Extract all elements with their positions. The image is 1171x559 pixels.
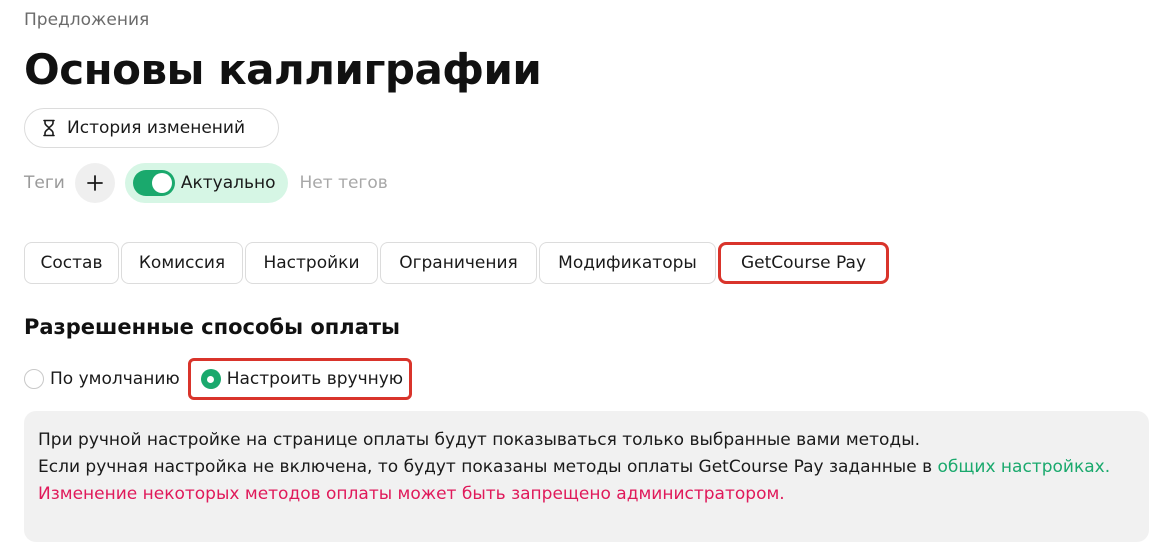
info-line-2: Если ручная настройка не включена, то бу…	[38, 454, 1135, 481]
radio-manual-label: Настроить вручную	[226, 369, 404, 389]
info-line-2-text: Если ручная настройка не включена, то бу…	[38, 457, 938, 477]
warning-text: Изменение некоторых методов оплаты может…	[38, 484, 785, 504]
tab-getcourse-pay[interactable]: GetCourse Pay	[718, 242, 889, 284]
tab-settings[interactable]: Настройки	[245, 242, 378, 284]
breadcrumb[interactable]: Предложения	[24, 10, 149, 30]
tags-row: Теги Актуально Нет тегов	[24, 163, 388, 203]
tab-composition[interactable]: Состав	[24, 242, 119, 284]
radio-manual[interactable]: Настроить вручную	[187, 358, 413, 400]
tabs-bar: Состав Комиссия Настройки Ограничения Мо…	[24, 242, 891, 284]
add-tag-button[interactable]	[74, 163, 115, 203]
general-settings-link[interactable]: общих настройках.	[938, 457, 1111, 477]
payment-mode-radio-group: По умолчанию Настроить вручную	[24, 358, 413, 400]
info-line-1: При ручной настройке на странице оплаты …	[38, 430, 921, 450]
actual-status-label: Актуально	[180, 173, 276, 193]
radio-dot	[207, 375, 215, 383]
history-button-label: История изменений	[67, 118, 245, 138]
plus-icon	[86, 175, 103, 191]
tab-commission[interactable]: Комиссия	[121, 242, 243, 284]
actual-status-toggle[interactable]: Актуально	[124, 163, 288, 203]
info-box: При ручной настройке на странице оплаты …	[24, 411, 1149, 542]
radio-circle-manual[interactable]	[200, 369, 221, 389]
tags-label: Теги	[24, 173, 65, 193]
toggle-switch[interactable]	[132, 170, 175, 196]
toggle-knob	[151, 173, 172, 193]
tab-restrictions[interactable]: Ограничения	[380, 242, 537, 284]
hourglass-icon	[43, 119, 55, 137]
history-button[interactable]: История изменений	[24, 108, 279, 148]
page-title: Основы каллиграфии	[24, 45, 542, 94]
radio-default[interactable]: По умолчанию	[24, 358, 180, 400]
radio-circle-default[interactable]	[24, 369, 44, 389]
tab-modifiers[interactable]: Модификаторы	[539, 242, 716, 284]
no-tags-text: Нет тегов	[299, 173, 388, 193]
payment-methods-title: Разрешенные способы оплаты	[24, 315, 401, 339]
radio-default-label: По умолчанию	[50, 369, 180, 389]
